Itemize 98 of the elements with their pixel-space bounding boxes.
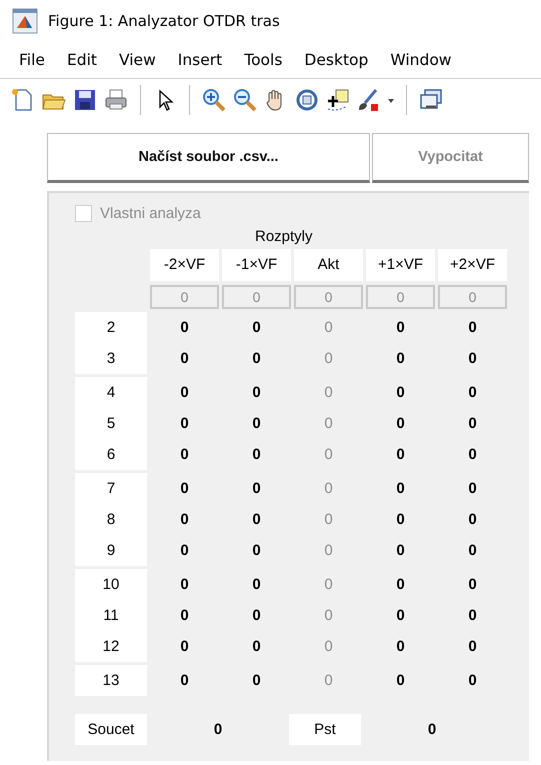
table-cell-text: 0 — [179, 383, 190, 403]
menu-item[interactable]: Edit — [56, 51, 108, 69]
table-cell-text: 0 — [395, 479, 406, 499]
table-cell-text: 0 — [323, 318, 334, 338]
load-file-button[interactable]: Načíst soubor .csv... — [47, 133, 370, 183]
menu-item[interactable]: Desktop — [293, 51, 380, 69]
table-cell-text: 0 — [251, 383, 262, 403]
total-label: Soucet — [75, 714, 147, 745]
row-label: 3 — [75, 343, 147, 374]
table-cell-text: 0 — [179, 606, 190, 626]
table-cell-text: 0 — [323, 510, 334, 530]
table-cell-text: 0 — [467, 637, 478, 657]
table-cell-text: 0 — [179, 318, 190, 338]
table-cell-text: 0 — [467, 414, 478, 434]
row-label: 11 — [75, 600, 147, 631]
table-cell-text: 0 — [395, 383, 406, 403]
table-cell-text: 0 — [395, 637, 406, 657]
table-cell-text: 0 — [467, 479, 478, 499]
table-cell-text: 0 — [179, 637, 190, 657]
column-header: -1×VF — [222, 249, 291, 281]
row-label: 7 — [75, 473, 147, 504]
table-cell-text: 0 — [323, 383, 334, 403]
table-cell-text: 0 — [395, 510, 406, 530]
menu-item[interactable]: Tools — [233, 51, 294, 69]
row-label: 6 — [75, 439, 147, 470]
table-cell-text: 0 — [467, 383, 478, 403]
table-cell-text: 0 — [395, 575, 406, 595]
table-cell-text: 0 — [323, 349, 334, 369]
row-label: 12 — [75, 631, 147, 662]
table-cell-text: 0 — [251, 541, 262, 561]
table-cell-text: 0 — [251, 414, 262, 434]
table-cell-text: 0 — [323, 637, 334, 657]
table-cell-text: 0 — [467, 541, 478, 561]
table-cell-text: 0 — [395, 414, 406, 434]
menu-item[interactable]: View — [108, 51, 167, 69]
table-cell-text: 0 — [467, 349, 478, 369]
table-cell-text: 0 — [251, 637, 262, 657]
table-cell-text: 0 — [251, 510, 262, 530]
zoom-out-icon[interactable] — [232, 87, 258, 113]
table-cell-text: 0 — [467, 606, 478, 626]
save-icon[interactable] — [72, 87, 98, 113]
table-cell-text: 0 — [395, 445, 406, 465]
table-cell-text: 0 — [395, 606, 406, 626]
row-label: 10 — [75, 569, 147, 600]
total-label: Pst — [289, 714, 361, 745]
rotate-icon[interactable] — [294, 87, 320, 113]
table-cell-text: 0 — [251, 606, 262, 626]
window-title: Figure 1: Analyzator OTDR tras — [48, 12, 280, 30]
row-label: 8 — [75, 504, 147, 535]
table-cell-text: 0 — [395, 318, 406, 338]
table-cell-text: 0 — [467, 510, 478, 530]
table-cell-text: 0 — [179, 414, 190, 434]
table-cell-text: 0 — [179, 671, 190, 691]
zoom-in-icon[interactable] — [201, 87, 227, 113]
table-cell-text: 0 — [467, 671, 478, 691]
table-cell-text: 0 — [323, 414, 334, 434]
row-label: 4 — [75, 377, 147, 408]
row-label: 9 — [75, 535, 147, 566]
row-label: 13 — [75, 665, 147, 696]
table-cell-text: 0 — [323, 479, 334, 499]
data-cursor-icon[interactable] — [325, 87, 351, 113]
table-cell-text: 0 — [179, 541, 190, 561]
table-cell-text: 0 — [179, 445, 190, 465]
table-title: Rozptyly — [255, 228, 313, 245]
table-cell-text: 0 — [251, 445, 262, 465]
table-cell-text: 0 — [179, 349, 190, 369]
total-value: 0 — [426, 721, 438, 738]
table-cell-text: 0 — [251, 349, 262, 369]
table-cell-text: 0 — [323, 606, 334, 626]
app-icon — [12, 8, 38, 34]
table-cell-text: 0 — [395, 349, 406, 369]
table-cell-text: 0 — [323, 445, 334, 465]
table-cell-text: 0 — [395, 541, 406, 561]
row-label: 5 — [75, 408, 147, 439]
column-header: +2×VF — [438, 249, 507, 281]
table-cell-text: 0 — [251, 479, 262, 499]
table-cell-text: 0 — [467, 318, 478, 338]
table-cell-text: 0 — [179, 575, 190, 595]
table-cell-text: 0 — [323, 671, 334, 691]
column-header: Akt — [294, 249, 363, 281]
column-header: +1×VF — [366, 249, 435, 281]
column-header: -2×VF — [150, 249, 219, 281]
table-cell-text: 0 — [467, 575, 478, 595]
menu-item[interactable]: Window — [379, 51, 462, 69]
menu-item[interactable]: Insert — [166, 51, 234, 69]
table-cell-text: 0 — [179, 510, 190, 530]
total-value: 0 — [212, 721, 224, 738]
table-cell-text: 0 — [467, 445, 478, 465]
table-cell-text: 0 — [179, 479, 190, 499]
menu-item[interactable]: File — [8, 51, 56, 69]
table-cell-text: 0 — [251, 671, 262, 691]
table-cell-text: 0 — [251, 575, 262, 595]
table-cell-text: 0 — [323, 575, 334, 595]
table-cell-text: 0 — [323, 541, 334, 561]
row-label: 2 — [75, 312, 147, 343]
table-cell-text: 0 — [395, 671, 406, 691]
table-cell-text: 0 — [251, 318, 262, 338]
checkbox-label: Vlastni analyza — [100, 205, 201, 222]
